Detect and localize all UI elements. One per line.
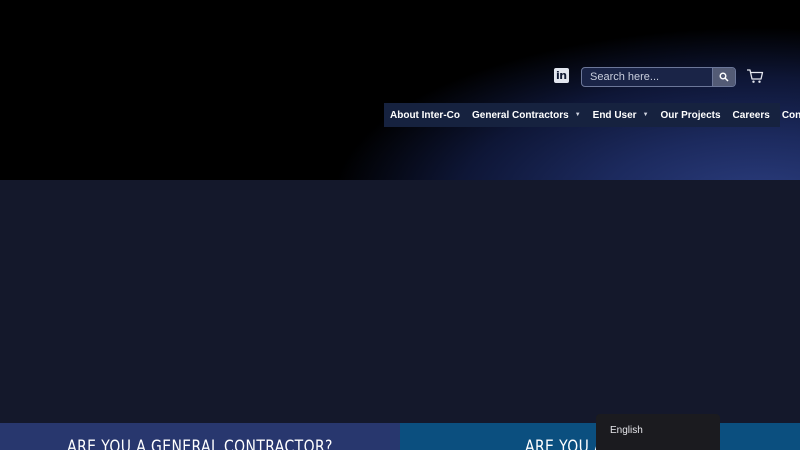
nav-item-label: General Contractors — [472, 109, 569, 121]
language-switcher[interactable]: English — [596, 414, 720, 450]
linkedin-icon-label: in — [556, 69, 567, 82]
caret-down-icon: ▼ — [574, 112, 581, 118]
caret-down-icon: ▼ — [642, 112, 649, 118]
nav-item-label: Careers — [732, 109, 770, 121]
general-contractor-panel[interactable]: ARE YOU A GENERAL CONTRACTOR? — [0, 423, 400, 450]
nav-item-label: About Inter-Co — [390, 109, 460, 121]
nav-item-about[interactable]: About Inter-Co — [384, 103, 466, 127]
search-box — [581, 67, 736, 87]
main-nav: About Inter-Co General Contractors ▼ End… — [384, 103, 800, 127]
nav-item-general-contractors[interactable]: General Contractors ▼ — [466, 103, 587, 127]
nav-item-label: End User — [592, 109, 637, 121]
nav-item-careers[interactable]: Careers — [727, 103, 776, 127]
linkedin-icon[interactable]: in — [554, 68, 569, 83]
search-input[interactable] — [582, 68, 706, 86]
search-button[interactable] — [712, 68, 735, 86]
nav-item-label: Contact Us — [781, 109, 800, 121]
nav-item-contact-us[interactable]: Contact Us — [776, 103, 800, 127]
nav-item-our-projects[interactable]: Our Projects — [655, 103, 727, 127]
nav-item-end-user[interactable]: End User ▼ — [587, 103, 655, 127]
language-label: English — [610, 425, 643, 436]
search-icon — [719, 72, 729, 82]
hero-section — [0, 180, 800, 423]
nav-item-label: Our Projects — [660, 109, 721, 121]
cart-icon — [747, 69, 764, 83]
site-header: in About Inter-Co General Contractors ▼ … — [0, 0, 800, 180]
cart-button[interactable] — [746, 68, 764, 84]
panel-title: ARE YOU A GENERAL CONTRACTOR? — [67, 437, 333, 450]
